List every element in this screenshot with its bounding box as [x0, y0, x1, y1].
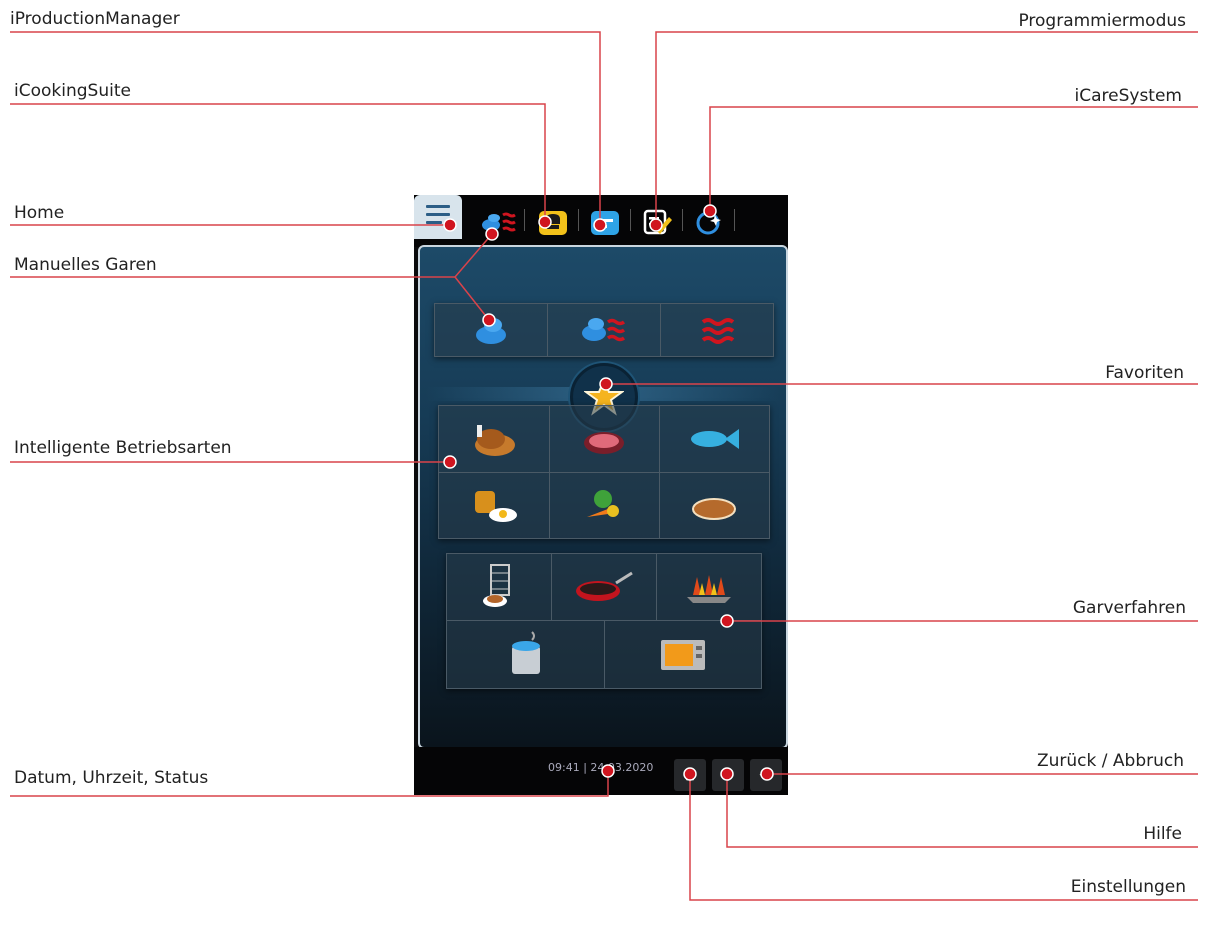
combi-steam-icon	[581, 318, 625, 342]
pan-frying-method-button[interactable]	[551, 554, 657, 621]
icookingsuite-icon	[539, 211, 567, 235]
meat-icon	[584, 432, 624, 454]
combi-steam-mode-button[interactable]	[547, 304, 661, 357]
device-screen: 09:41 | 24.03.2020 ⚙ ? ↶	[414, 195, 788, 795]
icaresystem-icon	[696, 211, 721, 235]
finishing-icon	[483, 564, 510, 607]
label-manual-cooking: Manuelles Garen	[14, 255, 157, 275]
cooking-methods-grid	[446, 553, 762, 689]
date-time-status: 09:41 | 24.03.2020	[548, 761, 654, 774]
home-icon	[426, 205, 450, 229]
label-cooking-methods: Garverfahren	[1072, 598, 1186, 618]
manual-cooking-icon	[482, 212, 516, 232]
home-tab[interactable]	[414, 195, 462, 239]
label-settings: Einstellungen	[1070, 877, 1186, 897]
manual-cooking-tab[interactable]	[478, 205, 520, 239]
programming-icon	[643, 209, 672, 235]
baking-oven-method-button[interactable]	[604, 620, 761, 688]
bakery-icon	[692, 498, 736, 520]
label-icookingsuite: iCookingSuite	[14, 81, 131, 101]
steam-mode-button[interactable]	[435, 304, 548, 357]
label-intelligent-modes: Intelligente Betriebsarten	[14, 438, 232, 458]
icaresystem-tab[interactable]	[688, 205, 730, 239]
poultry-mode-button[interactable]	[439, 406, 550, 473]
finishing-method-button[interactable]	[447, 554, 552, 621]
vegetables-icon	[587, 490, 619, 517]
vegetables-mode-button[interactable]	[549, 472, 660, 538]
settings-button[interactable]: ⚙	[674, 759, 706, 791]
label-icaresystem: iCareSystem	[1074, 86, 1182, 106]
boiling-icon	[511, 631, 540, 674]
icookingsuite-tab[interactable]	[532, 205, 574, 239]
convection-mode-button[interactable]	[660, 304, 773, 357]
label-iproductionmanager: iProductionManager	[10, 9, 180, 29]
back-button[interactable]: ↶	[750, 759, 782, 791]
callout-line-help	[726, 774, 1198, 848]
grilling-method-button[interactable]	[656, 554, 761, 621]
pan-frying-icon	[575, 571, 633, 601]
help-icon: ?	[723, 765, 733, 785]
iproductionmanager-tab[interactable]	[584, 205, 626, 239]
label-home: Home	[14, 203, 65, 223]
label-date-time-status: Datum, Uhrzeit, Status	[14, 768, 209, 788]
boiling-method-button[interactable]	[447, 620, 605, 688]
baking-oven-icon	[660, 640, 705, 670]
egg-dessert-mode-button[interactable]	[439, 472, 550, 538]
main-panel	[418, 245, 788, 749]
fish-mode-button[interactable]	[659, 406, 769, 473]
top-tab-bar	[414, 195, 788, 247]
grilling-icon	[686, 575, 731, 603]
iproductionmanager-icon	[591, 211, 619, 235]
label-programming-mode: Programmiermodus	[1018, 11, 1186, 31]
manual-cooking-grid	[434, 303, 774, 357]
meat-mode-button[interactable]	[549, 406, 660, 473]
intelligent-modes-grid	[438, 405, 770, 539]
egg-dessert-icon	[475, 491, 517, 522]
steam-icon	[476, 318, 506, 344]
convection-icon	[701, 318, 734, 344]
programming-tab[interactable]	[636, 205, 678, 239]
bakery-mode-button[interactable]	[659, 472, 769, 538]
settings-icon: ⚙	[682, 765, 698, 785]
back-icon: ↶	[759, 765, 773, 785]
label-back-cancel: Zurück / Abbruch	[1036, 751, 1184, 771]
bottom-bar: 09:41 | 24.03.2020 ⚙ ? ↶	[414, 747, 788, 795]
label-help: Hilfe	[1143, 824, 1182, 844]
poultry-icon	[475, 425, 515, 456]
fish-icon	[691, 429, 739, 449]
label-favorites: Favoriten	[1105, 363, 1184, 383]
help-button[interactable]: ?	[712, 759, 744, 791]
